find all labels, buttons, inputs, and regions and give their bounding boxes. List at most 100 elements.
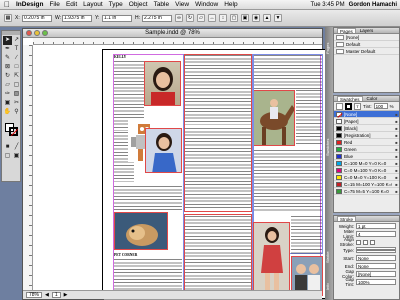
shear-icon[interactable]: ▱ [197, 14, 205, 22]
gradient-tool-icon[interactable]: ▧ [12, 90, 21, 99]
zoom-window-icon[interactable] [42, 30, 48, 36]
selection-tool-icon[interactable]: ➤ [3, 36, 12, 45]
side-tab-info[interactable]: Info [325, 277, 333, 297]
y-input[interactable] [102, 14, 132, 22]
apply-none-icon[interactable]: ╱ [12, 143, 21, 152]
x-input[interactable] [22, 14, 52, 22]
stroke-type-select[interactable] [356, 247, 396, 253]
tint-input[interactable]: 100 [373, 103, 388, 109]
pages-item-master-default[interactable]: Master Default [334, 48, 399, 55]
side-tab-swatches[interactable]: Swatches [325, 122, 333, 172]
text-frame[interactable] [291, 216, 322, 254]
w-input[interactable] [62, 14, 92, 22]
pen-tool-icon[interactable]: ✒ [3, 45, 12, 54]
menu-object[interactable]: Object [129, 1, 148, 8]
shear-tool-icon[interactable]: ▱ [3, 81, 12, 90]
tab-swatches[interactable]: Swatches [337, 96, 363, 102]
select-content-icon[interactable]: ▼ [274, 14, 282, 22]
end-select[interactable]: None [356, 263, 396, 269]
page[interactable]: KELLY PET CORNER [102, 49, 330, 299]
pencil-tool-icon[interactable]: ✎ [3, 54, 12, 63]
document-titlebar[interactable]: Sample.indd @ 78% [23, 29, 322, 38]
menu-view[interactable]: View [175, 1, 189, 8]
constrain-proportions-icon[interactable]: ∞ [175, 14, 183, 22]
h-input[interactable] [142, 14, 172, 22]
swatch-row[interactable]: [Black] ■ [334, 125, 399, 132]
pasteboard[interactable]: KELLY PET CORNER [34, 46, 330, 299]
pages-item-default[interactable]: Default [334, 41, 399, 48]
hand-tool-icon[interactable]: ✋ [3, 108, 12, 117]
close-window-icon[interactable] [26, 30, 32, 36]
photo-girl-dancing[interactable] [253, 222, 290, 296]
reference-point-icon[interactable]: ▦ [4, 14, 12, 22]
tab-pages[interactable]: Pages [337, 28, 356, 34]
menu-app[interactable]: InDesign [16, 1, 43, 8]
menu-layout[interactable]: Layout [83, 1, 103, 8]
center-content-icon[interactable]: ◉ [252, 14, 260, 22]
pages-item-none[interactable]: [None] [334, 34, 399, 41]
menu-edit[interactable]: Edit [66, 1, 77, 8]
align-inside-icon[interactable] [363, 239, 368, 245]
weight-input[interactable]: 1 pt [356, 223, 396, 229]
zoom-level[interactable]: 78% [26, 292, 43, 298]
rectangle-tool-icon[interactable]: □ [12, 63, 21, 72]
tab-color[interactable]: Color [367, 96, 378, 101]
scale-tool-icon[interactable]: ⇱ [12, 72, 21, 81]
fit-content-icon[interactable]: ▣ [241, 14, 249, 22]
line-tool-icon[interactable]: ∕ [12, 54, 21, 63]
swatch-row[interactable]: C=0 M=100 Y=0 K=0 ■ [334, 167, 399, 174]
swatch-row[interactable]: [Registration] ■ [334, 132, 399, 139]
menu-window[interactable]: Window [195, 1, 218, 8]
swatch-row[interactable]: C=100 M=0 Y=0 K=0 ■ [334, 160, 399, 167]
apply-color-icon[interactable]: ■ [3, 143, 12, 152]
clock[interactable]: Tue 3:45 PM [311, 2, 345, 8]
swatch-row[interactable]: Green ■ [334, 146, 399, 153]
minimize-window-icon[interactable] [34, 30, 40, 36]
text-frame[interactable] [114, 186, 182, 210]
gap-color-select[interactable]: [None] [356, 271, 396, 277]
zoom-tool-icon[interactable]: ⚲ [12, 108, 21, 117]
flip-horizontal-icon[interactable]: ↔ [208, 14, 216, 22]
miter-input[interactable]: 4 [356, 231, 396, 237]
user-name[interactable]: Gordon Hamachi [349, 2, 397, 8]
rotate-icon[interactable]: ↻ [186, 14, 194, 22]
menu-file[interactable]: File [49, 1, 59, 8]
align-center-icon[interactable] [356, 239, 361, 245]
scissors-tool-icon[interactable]: ✂ [12, 99, 21, 108]
first-page-icon[interactable]: ◀ [45, 292, 49, 298]
swatch-row[interactable]: C=75 M=5 Y=100 K=0 ■ [334, 188, 399, 195]
gap-tint-input[interactable]: 100% [356, 279, 396, 285]
page-number-field[interactable]: 1 [51, 292, 61, 298]
free-transform-tool-icon[interactable]: ▢ [12, 81, 21, 90]
direct-selection-tool-icon[interactable]: ↗ [12, 36, 21, 45]
photo-girl-portrait[interactable] [144, 61, 181, 106]
side-tab-stroke[interactable]: Stroke [325, 242, 333, 272]
swatch-row[interactable]: Blue ■ [334, 153, 399, 160]
start-select[interactable]: None [356, 255, 396, 261]
normal-view-icon[interactable]: ▢ [3, 152, 12, 161]
text-format-icon[interactable]: T [354, 102, 361, 110]
type-tool-icon[interactable]: T [12, 45, 21, 54]
apple-icon[interactable]:  [4, 0, 12, 9]
button-tool-icon[interactable]: ▣ [3, 99, 12, 108]
menu-help[interactable]: Help [224, 1, 237, 8]
rectangle-frame-tool-icon[interactable]: ⊠ [3, 63, 12, 72]
menu-type[interactable]: Type [109, 1, 123, 8]
eyedropper-tool-icon[interactable]: ✑ [3, 90, 12, 99]
photo-girl-blue-dress[interactable] [145, 128, 182, 173]
next-page-icon[interactable]: ▶ [64, 292, 68, 298]
photo-hamster[interactable] [114, 212, 168, 250]
tab-layers[interactable]: Layers [360, 28, 374, 33]
preview-view-icon[interactable]: ▣ [12, 152, 21, 161]
text-frame[interactable] [185, 128, 251, 208]
select-container-icon[interactable]: ▲ [263, 14, 271, 22]
swatch-row[interactable]: Red ■ [334, 139, 399, 146]
swatch-row[interactable]: C=0 M=0 Y=100 K=0 ■ [334, 174, 399, 181]
horizontal-ruler[interactable] [33, 38, 322, 45]
tab-stroke[interactable]: Stroke [337, 216, 357, 222]
vertical-ruler[interactable] [23, 45, 33, 290]
swatch-row[interactable]: C=15 M=100 Y=100 K=0 ■ [334, 181, 399, 188]
swatch-row[interactable]: [Paper] ■ [334, 118, 399, 125]
menu-table[interactable]: Table [154, 1, 170, 8]
side-tab-pages[interactable]: Pages [325, 31, 333, 65]
